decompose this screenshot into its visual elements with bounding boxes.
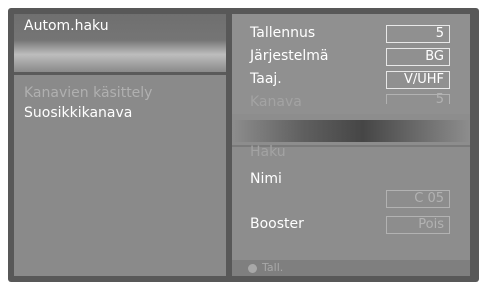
selection-shadow xyxy=(232,120,470,142)
value-booster[interactable]: Pois xyxy=(386,216,450,234)
menu-item-autom-haku[interactable]: Autom.haku xyxy=(24,18,109,34)
label-taaj: Taaj. xyxy=(250,71,282,87)
label-haku: Haku xyxy=(250,144,286,160)
value-tallennus[interactable]: 5 xyxy=(386,25,450,43)
menu-divider xyxy=(14,72,226,75)
label-kanava: Kanava xyxy=(250,94,302,110)
value-channel-name[interactable]: C 05 xyxy=(386,190,450,208)
main-menu-panel: Autom.haku Kanavien käsittely Suosikkika… xyxy=(14,14,226,276)
label-nimi: Nimi xyxy=(250,171,282,187)
value-taaj[interactable]: V/UHF xyxy=(386,71,450,89)
footer-store-label[interactable]: Tall. xyxy=(262,261,283,274)
label-booster: Booster xyxy=(250,216,304,232)
record-button-icon xyxy=(248,264,257,273)
settings-panel: Tallennus 5 Järjestelmä BG Taaj. V/UHF K… xyxy=(232,14,470,260)
menu-item-suosikkikanava[interactable]: Suosikkikanava xyxy=(24,105,132,121)
value-kanava[interactable]: 5 xyxy=(386,93,450,106)
label-jarjestelma: Järjestelmä xyxy=(250,48,329,64)
label-tallennus: Tallennus xyxy=(250,25,316,41)
menu-item-kanavien-kasittely[interactable]: Kanavien käsittely xyxy=(24,85,152,101)
footer-bar: Tall. xyxy=(232,260,470,276)
tv-menu-screen: Autom.haku Kanavien käsittely Suosikkika… xyxy=(0,0,484,285)
value-jarjestelma[interactable]: BG xyxy=(386,48,450,66)
menu-header-highlight[interactable]: Autom.haku xyxy=(14,14,226,72)
